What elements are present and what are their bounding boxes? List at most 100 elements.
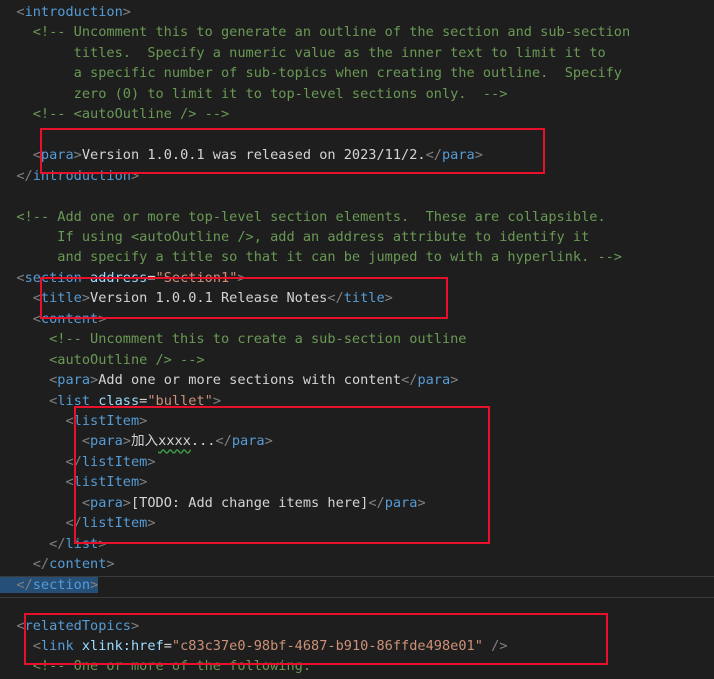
code-line[interactable]: <para>Version 1.0.0.1 was released on 20… — [0, 145, 714, 166]
code-line[interactable]: <content> — [0, 309, 714, 330]
code-line[interactable]: titles. Specify a numeric value as the i… — [0, 43, 714, 64]
code-token: > — [122, 494, 131, 511]
code-line[interactable]: <link xlink:href="c83c37e0-98bf-4687-b91… — [0, 636, 714, 657]
code-line[interactable]: <section address="Section1"> — [0, 268, 714, 289]
code-token: Add one or more sections with content — [98, 372, 402, 389]
code-token: xlink:href — [81, 637, 164, 654]
code-token: </ — [0, 167, 33, 184]
code-token: If using <autoOutline />, add an address… — [0, 228, 590, 245]
code-token: > — [81, 290, 91, 307]
code-token: < — [0, 494, 91, 511]
code-token: > — [98, 310, 107, 327]
code-line[interactable]: <para>Add one or more sections with cont… — [0, 370, 714, 391]
code-token: content — [49, 556, 107, 573]
code-token: list — [57, 392, 91, 409]
code-line[interactable]: <introduction> — [0, 2, 714, 23]
code-token: para — [40, 147, 74, 164]
code-line[interactable]: <!-- Add one or more top-level section e… — [0, 207, 714, 228]
code-token: = — [163, 637, 172, 654]
code-token: listItem — [73, 413, 140, 429]
code-line[interactable] — [0, 186, 714, 207]
code-token: < — [0, 4, 25, 20]
code-token: > — [106, 556, 115, 573]
code-token: > — [264, 433, 273, 450]
code-line[interactable]: <listItem> — [0, 411, 714, 432]
code-token: list — [65, 535, 99, 552]
code-token: /> — [491, 637, 508, 654]
code-token: <autoOutline /> --> — [0, 351, 205, 368]
code-token: para — [57, 372, 91, 389]
code-token: </ — [0, 453, 82, 470]
code-token: > — [130, 617, 140, 634]
code-token: </ — [368, 494, 385, 511]
code-token: </ — [327, 290, 344, 307]
code-line[interactable]: <title>Version 1.0.0.1 Release Notes</ti… — [0, 288, 714, 309]
code-token: > — [98, 535, 107, 552]
code-line[interactable]: and specify a title so that it can be ju… — [0, 247, 714, 268]
code-line[interactable]: <list class="bullet"> — [0, 391, 714, 412]
code-line[interactable]: </list> — [0, 534, 714, 555]
code-token: </ — [0, 515, 82, 532]
code-line[interactable]: <!-- One or more of the following: — [0, 656, 714, 677]
code-token: < — [0, 392, 58, 409]
code-token: introduction — [24, 4, 123, 20]
code-line[interactable]: <!-- <autoOutline /> --> — [0, 104, 714, 125]
code-line[interactable]: <!-- Uncomment this to create a sub-sect… — [0, 329, 714, 350]
code-line[interactable]: </listItem> — [0, 513, 714, 534]
code-token: < — [0, 372, 58, 389]
code-token: Version 1.0.0.1 Release Notes — [90, 290, 328, 307]
code-line[interactable]: </listItem> — [0, 452, 714, 473]
code-token: title — [40, 290, 82, 307]
code-token: listItem — [73, 474, 140, 491]
code-line[interactable]: <autoOutline /> --> — [0, 350, 714, 371]
code-token: > — [90, 372, 99, 389]
code-token: link — [40, 637, 74, 654]
code-token: < — [0, 290, 41, 307]
code-line[interactable]: If using <autoOutline />, add an address… — [0, 227, 714, 248]
code-token: </ — [0, 556, 50, 573]
code-token: relatedTopics — [24, 617, 131, 634]
code-token: xxxx — [158, 433, 191, 450]
code-line[interactable]: <listItem> — [0, 472, 714, 493]
code-line[interactable]: <relatedTopics> — [0, 616, 714, 637]
code-token: < — [0, 147, 41, 164]
code-token: section — [24, 269, 82, 286]
code-token: > — [474, 147, 483, 164]
code-token: "c83c37e0-98bf-4687-b910-86ffde498e01" — [171, 637, 483, 654]
code-editor[interactable]: <introduction> <!-- Uncomment this to ge… — [0, 0, 714, 679]
code-token: > — [130, 167, 140, 184]
code-token: < — [0, 269, 25, 286]
code-line[interactable] — [0, 595, 714, 616]
code-token: > — [90, 576, 99, 593]
code-line[interactable]: </section> — [0, 575, 714, 596]
code-token: para — [441, 147, 475, 164]
code-line[interactable]: </introduction> — [0, 166, 714, 187]
code-token: > — [147, 515, 156, 532]
code-line[interactable]: zero (0) to limit it to top-level sectio… — [0, 84, 714, 105]
code-token: < — [0, 637, 41, 654]
code-line[interactable]: a specific number of sub-topics when cre… — [0, 63, 714, 84]
code-token: content — [40, 310, 99, 327]
code-token: > — [139, 474, 148, 491]
code-line[interactable] — [0, 125, 714, 146]
code-token: > — [122, 433, 131, 450]
code-token: title — [343, 290, 385, 307]
code-token: introduction — [32, 167, 131, 184]
code-token: <!-- Uncomment this to create a sub-sect… — [0, 331, 467, 348]
code-token: para — [417, 372, 451, 389]
code-token: <!-- One or more of the following: — [0, 658, 311, 675]
code-token: > — [384, 290, 393, 307]
code-token: < — [0, 310, 41, 327]
code-line[interactable]: <para>加入xxxx...</para> — [0, 431, 714, 452]
code-line[interactable]: </content> — [0, 554, 714, 575]
code-token: < — [0, 474, 74, 491]
code-token: "bullet" — [147, 392, 213, 409]
code-line[interactable]: <!-- Uncomment this to generate an outli… — [0, 22, 714, 43]
code-token: > — [147, 453, 156, 470]
code-token: "Section1" — [155, 269, 238, 286]
code-line[interactable]: <para>[TODO: Add change items here]</par… — [0, 493, 714, 514]
code-token: <!-- Add one or more top-level section e… — [0, 208, 606, 225]
